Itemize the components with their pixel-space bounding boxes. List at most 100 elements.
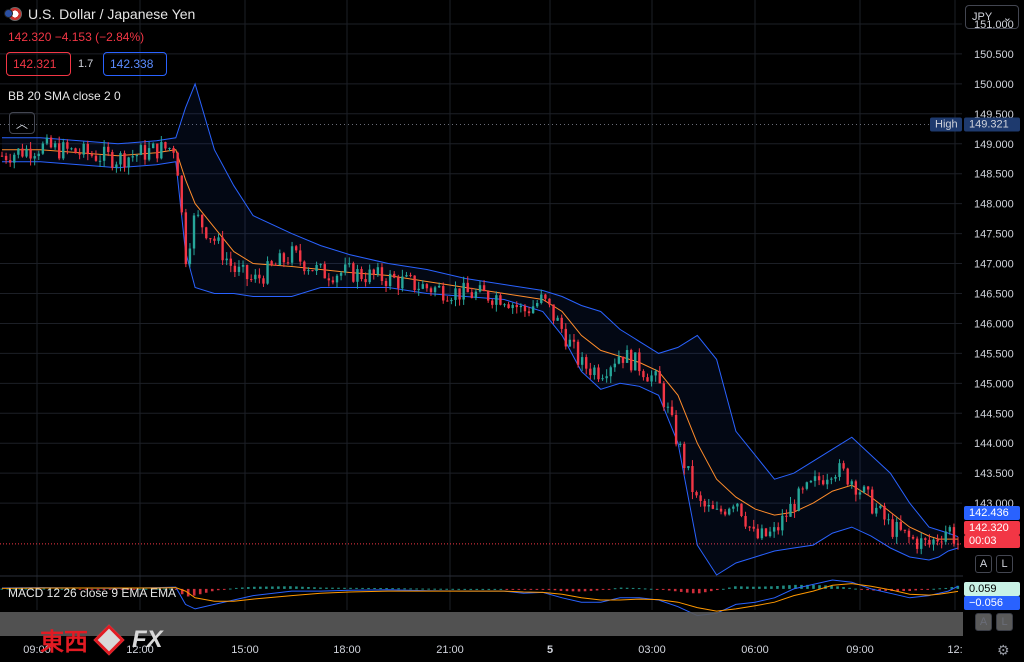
candle-body — [895, 521, 898, 537]
candle-body — [772, 527, 776, 532]
macd-histogram-bar — [782, 585, 785, 589]
macd-histogram-bar — [914, 588, 918, 591]
indicator-label[interactable]: BB 20 SMA close 2 0 — [8, 89, 121, 103]
macd-histogram-bar — [289, 586, 292, 589]
macd-histogram-bar — [697, 588, 701, 594]
candle-body — [421, 284, 425, 289]
macd-histogram-bar — [637, 588, 641, 590]
macd-histogram-bar — [703, 588, 707, 593]
candle-body — [327, 278, 331, 281]
candle-body — [507, 304, 510, 309]
candle-body — [764, 528, 768, 537]
macd-histogram-bar — [818, 585, 821, 589]
time-tick-label: 03:00 — [638, 644, 666, 656]
candle-body — [307, 270, 310, 272]
candle-body — [838, 463, 841, 477]
candle-body — [127, 157, 130, 168]
candle-body — [213, 238, 216, 241]
candle-body — [151, 143, 155, 149]
macd-histogram-bar — [926, 588, 930, 590]
candle-body — [352, 263, 355, 282]
macd-histogram-bar — [896, 588, 899, 592]
auto-scale-button-macd[interactable]: A — [975, 613, 992, 631]
candle-body — [376, 267, 380, 275]
macd-histogram-bar — [511, 588, 515, 590]
macd-label[interactable]: MACD 12 26 close 9 EMA EMA — [8, 586, 176, 600]
macd-histogram-bar — [439, 588, 443, 590]
chart-canvas[interactable]: 151.000150.500150.000149.500149.000148.5… — [0, 0, 1024, 662]
candle-body — [258, 274, 261, 279]
buy-button[interactable]: 142.338 — [103, 52, 167, 76]
candle-body — [90, 154, 94, 156]
log-scale-button[interactable]: L — [996, 555, 1013, 573]
candle-body — [274, 264, 277, 266]
macd-histogram-bar — [944, 587, 948, 589]
candle-body — [25, 148, 28, 157]
gear-icon[interactable]: ⚙ — [997, 642, 1010, 659]
macd-histogram-bar — [932, 588, 936, 590]
candle-body — [928, 539, 931, 545]
macd-histogram-bar — [265, 586, 268, 589]
auto-scale-button[interactable]: A — [975, 555, 992, 573]
macd-histogram-bar — [746, 586, 749, 589]
candle-body — [74, 148, 77, 154]
candle-body — [156, 143, 159, 159]
candle-body — [899, 521, 903, 530]
chevron-up-icon[interactable]: ︿ — [9, 112, 35, 134]
candle-body — [915, 538, 919, 549]
candle-body — [13, 154, 16, 163]
macd-histogram-bar — [902, 588, 905, 592]
candle-body — [172, 147, 175, 153]
candle-body — [777, 527, 780, 531]
candle-body — [102, 146, 106, 161]
candle-body — [491, 300, 494, 305]
macd-histogram-bar — [295, 586, 298, 589]
macd-histogram-bar — [204, 588, 208, 593]
candle-body — [429, 288, 433, 293]
candle-body — [699, 495, 702, 501]
macd-histogram-bar — [277, 586, 280, 589]
candle-body — [691, 466, 694, 493]
candle-body — [29, 148, 32, 159]
candle-body — [666, 406, 670, 408]
time-tick-label: 09:00 — [846, 644, 874, 656]
macd-histogram-bar — [535, 588, 539, 590]
price-axis[interactable]: 151.000150.500150.000149.500149.000148.5… — [963, 0, 1024, 662]
candle-body — [49, 137, 53, 148]
candle-body — [176, 152, 179, 176]
candle-body — [911, 536, 915, 539]
macd-histogram-bar — [403, 588, 406, 590]
candle-body — [834, 476, 837, 479]
currency-select[interactable]: JPY ⌄ — [965, 5, 1019, 29]
candle-body — [294, 246, 298, 251]
candle-body — [82, 143, 85, 155]
macd-histogram-bar — [487, 588, 491, 590]
candle-body — [401, 276, 404, 289]
candle-body — [209, 238, 212, 240]
candle-body — [801, 488, 804, 490]
candle-body — [924, 538, 927, 540]
candle-body — [266, 261, 269, 284]
candle-body — [425, 284, 429, 289]
candle-body — [793, 503, 796, 511]
symbol-header[interactable]: U.S. Dollar / Japanese Yen — [4, 6, 195, 22]
currency-label: JPY — [972, 11, 993, 23]
macd-histogram-bar — [216, 588, 220, 591]
macd-histogram-bar — [505, 588, 509, 590]
upper-band-tag: 142.436 — [969, 507, 1009, 519]
macd-histogram-bar — [379, 588, 382, 590]
candle-body — [303, 261, 306, 272]
candle-body — [237, 266, 241, 272]
price-tick-label: 144.000 — [974, 438, 1014, 450]
candle-body — [862, 486, 866, 493]
candle-body — [658, 371, 661, 384]
candle-body — [736, 503, 739, 507]
sell-button[interactable]: 142.321 — [6, 52, 71, 76]
candle-body — [597, 367, 600, 380]
macd-histogram-bar — [361, 587, 364, 589]
log-scale-button-macd[interactable]: L — [996, 613, 1013, 631]
candle-body — [437, 286, 441, 288]
candle-body — [842, 463, 845, 469]
macd-histogram-bar — [860, 588, 863, 590]
macd-histogram-bar — [601, 588, 605, 590]
